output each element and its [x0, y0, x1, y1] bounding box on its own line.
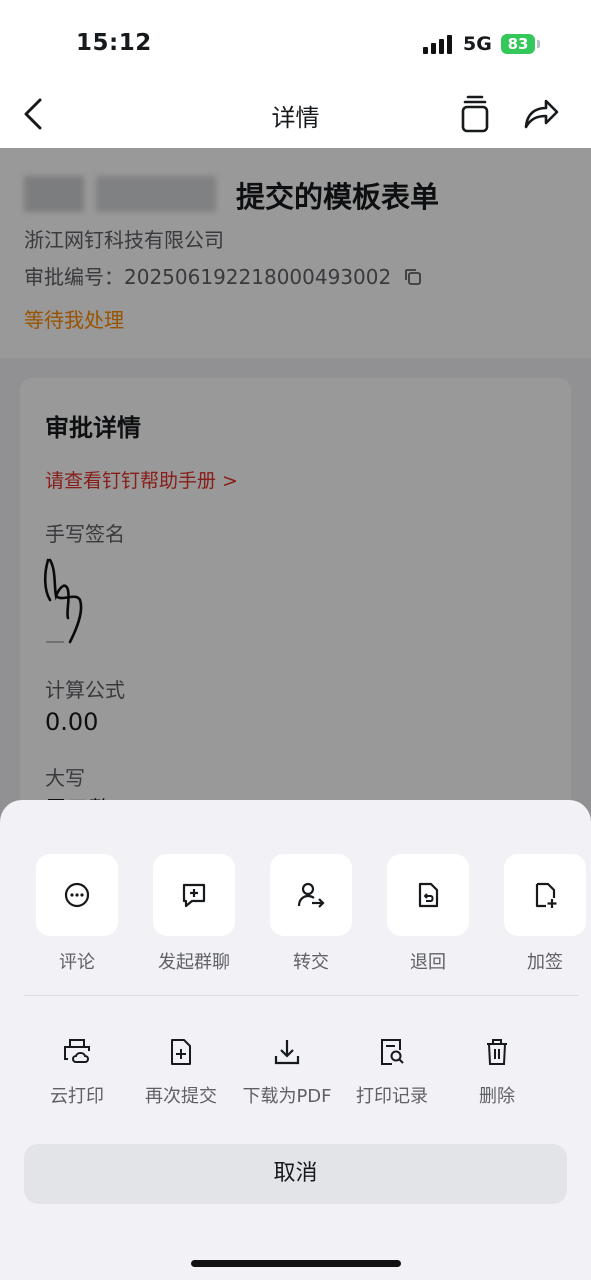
resubmit-icon: [171, 1039, 191, 1065]
status-bar: 15:12 5G 83: [0, 0, 591, 80]
add-sign-icon: [535, 882, 557, 908]
transfer-tile[interactable]: [270, 854, 352, 936]
cloud-print-label: 云打印: [50, 1086, 104, 1107]
transfer-button[interactable]: 转交: [270, 854, 352, 974]
comment-tile[interactable]: [36, 854, 118, 936]
signal-icon: [423, 34, 453, 54]
divider: [24, 995, 579, 996]
cloud-print-button[interactable]: 云打印: [27, 1032, 127, 1108]
comment-icon: [64, 882, 90, 908]
resubmit-button[interactable]: 再次提交: [131, 1032, 231, 1108]
print-record-button[interactable]: 打印记录: [342, 1032, 442, 1108]
group-chat-tile[interactable]: [153, 854, 235, 936]
return-icon: [418, 882, 439, 908]
add-sign-label: 加签: [527, 952, 563, 973]
share-icon[interactable]: [522, 95, 560, 131]
home-indicator[interactable]: [191, 1260, 401, 1267]
primary-actions: 评论 发起群聊 转交 退回 加签: [0, 854, 591, 984]
print-record-icon: [381, 1039, 404, 1065]
add-sign-button[interactable]: 加签: [504, 854, 586, 974]
transfer-icon: [297, 882, 325, 908]
trash-icon: [487, 1039, 507, 1065]
cloud-print-icon: [64, 1039, 90, 1063]
download-pdf-button[interactable]: 下载为PDF: [237, 1032, 337, 1108]
return-tile[interactable]: [387, 854, 469, 936]
delete-label: 删除: [479, 1086, 515, 1107]
return-label: 退回: [410, 952, 446, 973]
secondary-actions: 云打印 再次提交 下载为PDF 打印记录 删除: [0, 1032, 591, 1122]
return-button[interactable]: 退回: [387, 854, 469, 974]
comment-label: 评论: [59, 952, 95, 973]
download-pdf-label: 下载为PDF: [242, 1086, 332, 1107]
network-label: 5G: [463, 33, 492, 55]
group-chat-icon: [182, 883, 206, 908]
print-record-label: 打印记录: [356, 1086, 428, 1107]
transfer-label: 转交: [293, 952, 329, 973]
cancel-button[interactable]: 取消: [24, 1144, 567, 1204]
copy-icon[interactable]: [459, 95, 491, 133]
group-chat-label: 发起群聊: [158, 952, 230, 973]
action-sheet: 评论 发起群聊 转交 退回 加签 云打印 再次提交 下载为PDF 打印记录 删除…: [0, 800, 591, 1280]
delete-button[interactable]: 删除: [447, 1032, 547, 1108]
resubmit-label: 再次提交: [145, 1086, 217, 1107]
battery-icon: 83: [501, 34, 535, 54]
group-chat-button[interactable]: 发起群聊: [153, 854, 235, 974]
nav-bar: 详情: [0, 80, 591, 148]
battery-tip: [537, 40, 540, 48]
comment-button[interactable]: 评论: [36, 854, 118, 974]
status-time: 15:12: [76, 30, 152, 56]
page-title: 详情: [271, 104, 320, 132]
download-icon: [274, 1040, 300, 1065]
add-sign-tile[interactable]: [504, 854, 586, 936]
